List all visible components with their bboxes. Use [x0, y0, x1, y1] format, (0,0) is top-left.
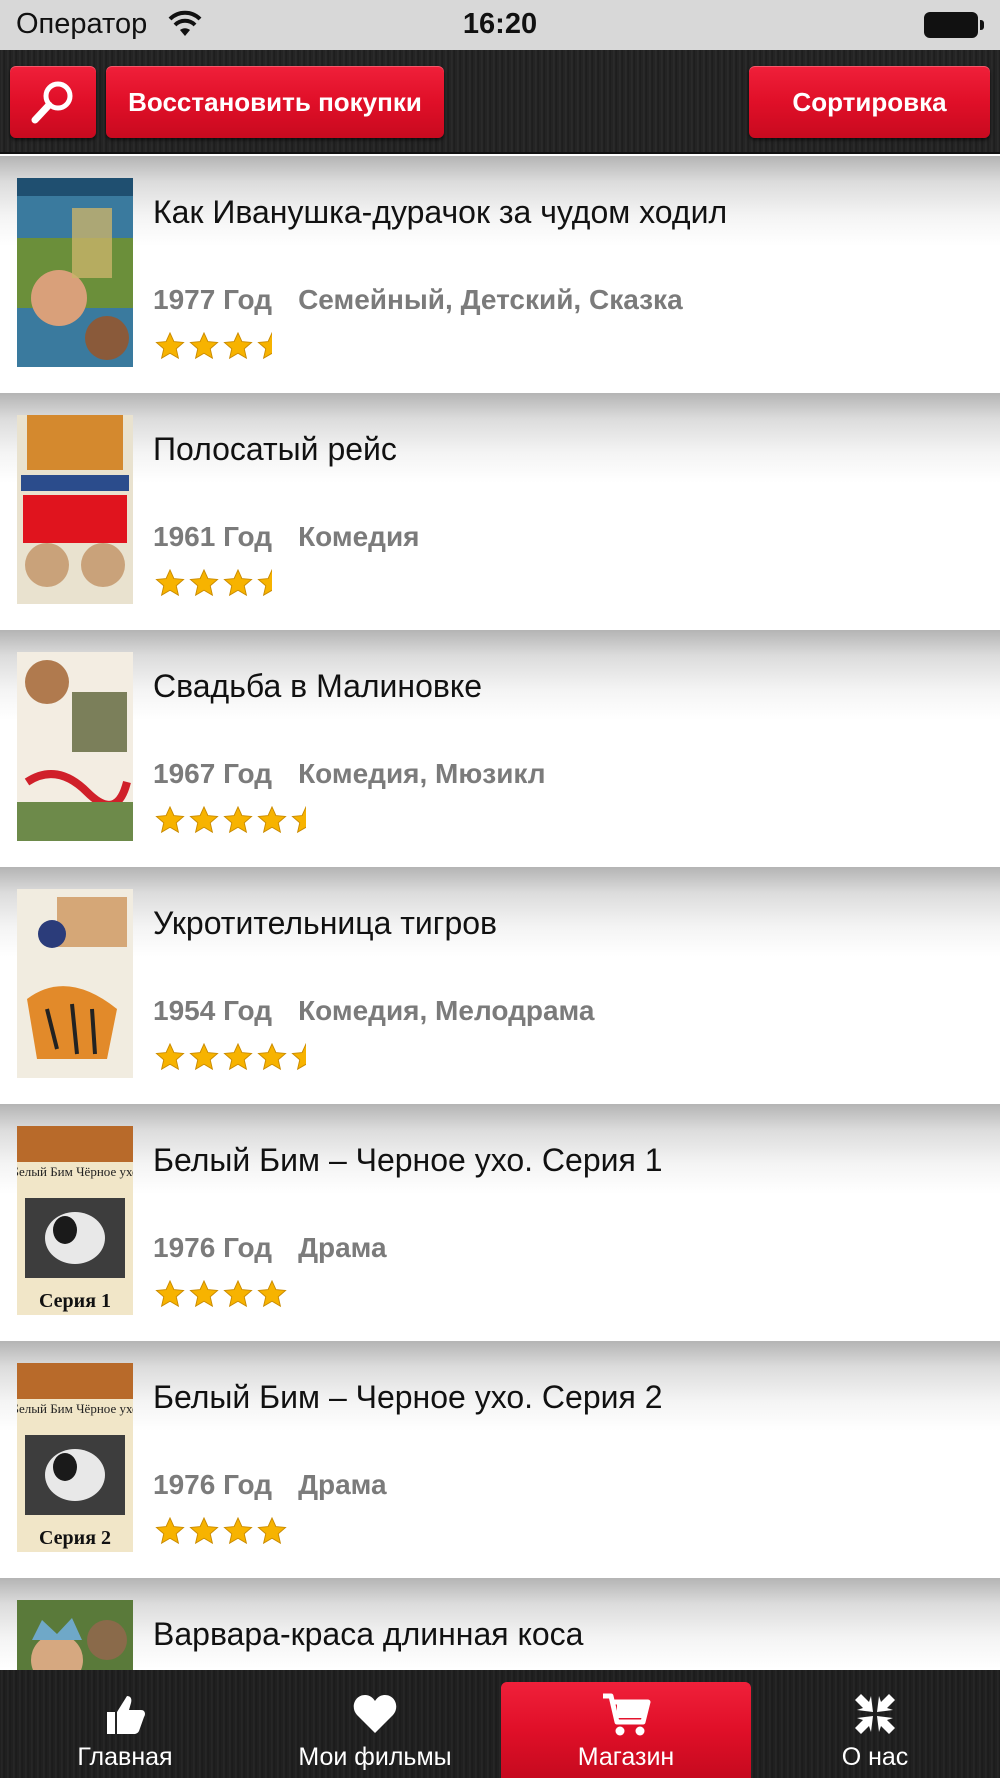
- movie-genres: Комедия, Мюзикл: [298, 758, 546, 789]
- star-rating: [153, 569, 289, 599]
- movie-genres: Семейный, Детский, Сказка: [298, 284, 683, 315]
- star-icon: [257, 806, 287, 834]
- star-rating: [153, 1280, 289, 1310]
- tab-store[interactable]: Магазин: [501, 1682, 751, 1778]
- poster-text: Белый Бим Чёрное ухо: [17, 1401, 133, 1416]
- poster-series-label: Серия 2: [39, 1527, 111, 1549]
- movie-genres: Комедия, Мелодрама: [298, 995, 595, 1026]
- movie-title: Укротительница тигров: [153, 905, 498, 941]
- star-icon: [155, 569, 185, 597]
- star-icon: [155, 1043, 185, 1071]
- half-star-icon: [257, 332, 272, 360]
- star-rating: [153, 332, 289, 362]
- movie-year: 1954 Год: [153, 995, 273, 1026]
- movie-title: Полосатый рейс: [153, 431, 397, 467]
- movie-year: 1977 Год: [153, 284, 273, 315]
- movie-title: Белый Бим – Черное ухо. Серия 1: [153, 1142, 663, 1178]
- tab-label: Мои фильмы: [298, 1743, 452, 1771]
- shrink-arrows-icon: [855, 1694, 895, 1734]
- status-bar: Оператор 16:20: [0, 0, 1000, 50]
- toolbar: Восстановить покупки Сортировка: [0, 50, 1000, 154]
- movie-meta: 1967 Год Комедия, Мюзикл: [153, 758, 546, 790]
- poster-text: Белый Бим Чёрное ухо: [17, 1164, 133, 1179]
- star-rating: [153, 806, 323, 836]
- movie-year: 1976 Год: [153, 1232, 273, 1263]
- search-button[interactable]: [10, 66, 96, 138]
- tab-label: О нас: [841, 1743, 909, 1771]
- star-icon: [155, 1517, 185, 1545]
- poster-series-label: Серия 1: [39, 1290, 111, 1312]
- star-icon: [223, 569, 253, 597]
- clock: 16:20: [462, 8, 538, 40]
- sort-button[interactable]: Сортировка: [749, 66, 990, 138]
- movie-genres: Комедия: [298, 521, 420, 552]
- star-icon: [155, 332, 185, 360]
- star-icon: [223, 1280, 253, 1308]
- thumbs-up-icon: [107, 1696, 145, 1734]
- tab-my-films[interactable]: Мои фильмы: [250, 1670, 500, 1778]
- movie-year: 1961 Год: [153, 521, 273, 552]
- movie-meta: 1976 Год Драма: [153, 1469, 387, 1501]
- list-item[interactable]: Укротительница тигров 1954 Год Комедия, М…: [0, 867, 1000, 1104]
- movie-year: 1976 Год: [153, 1469, 273, 1500]
- movie-poster: [17, 652, 133, 841]
- movie-genres: Драма: [298, 1469, 387, 1500]
- star-rating: [153, 1517, 289, 1547]
- movie-list[interactable]: Как Иванушка-дурачок за чудом ходил 1977…: [0, 156, 1000, 1670]
- star-rating: [153, 1043, 323, 1073]
- restore-purchases-button[interactable]: Восстановить покупки: [106, 66, 444, 138]
- heart-icon: [353, 1695, 397, 1733]
- movie-poster: Белый Бим Чёрное ухо Серия 2: [17, 1363, 133, 1552]
- list-item[interactable]: Как Иванушка-дурачок за чудом ходил 1977…: [0, 156, 1000, 393]
- star-icon: [189, 332, 219, 360]
- movie-title: Свадьба в Малиновке: [153, 668, 483, 704]
- star-icon: [155, 1280, 185, 1308]
- list-item[interactable]: Белый Бим Чёрное ухо Серия 2 Белый Бим –…: [0, 1341, 1000, 1578]
- movie-year: 1967 Год: [153, 758, 273, 789]
- star-icon: [189, 569, 219, 597]
- half-star-icon: [257, 569, 272, 597]
- list-item[interactable]: Полосатый рейс 1961 Год Комедия: [0, 393, 1000, 630]
- tab-home[interactable]: Главная: [0, 1670, 250, 1778]
- movie-poster: [17, 1600, 133, 1670]
- movie-title: Варвара-краса длинная коса: [153, 1616, 584, 1652]
- battery-icon: [924, 12, 984, 38]
- tab-label: Магазин: [577, 1743, 675, 1771]
- list-item[interactable]: Варвара-краса длинная коса: [0, 1578, 1000, 1670]
- movie-meta: 1961 Год Комедия: [153, 521, 420, 553]
- star-icon: [189, 1280, 219, 1308]
- list-item[interactable]: Свадьба в Малиновке 1967 Год Комедия, Мюз…: [0, 630, 1000, 867]
- half-star-icon: [291, 806, 306, 834]
- star-icon: [189, 806, 219, 834]
- star-icon: [257, 1043, 287, 1071]
- movie-poster: [17, 178, 133, 367]
- movie-meta: 1954 Год Комедия, Мелодрама: [153, 995, 594, 1027]
- star-icon: [223, 1517, 253, 1545]
- movie-poster: Белый Бим Чёрное ухо Серия 1: [17, 1126, 133, 1315]
- star-icon: [189, 1043, 219, 1071]
- tab-bar: Главная Мои фильмы Магазин О нас: [0, 1670, 1000, 1778]
- list-item[interactable]: Белый Бим Чёрное ухо Серия 1 Белый Бим –…: [0, 1104, 1000, 1341]
- search-icon: [31, 81, 73, 124]
- star-icon: [257, 1280, 287, 1308]
- half-star-icon: [291, 1043, 306, 1071]
- movie-poster: [17, 415, 133, 604]
- movie-title: Как Иванушка-дурачок за чудом ходил: [153, 194, 728, 230]
- movie-meta: 1976 Год Драма: [153, 1232, 387, 1264]
- tab-about[interactable]: О нас: [750, 1670, 1000, 1778]
- tab-label: Главная: [77, 1743, 173, 1771]
- cart-icon: [603, 1693, 651, 1736]
- star-icon: [223, 806, 253, 834]
- star-icon: [189, 1517, 219, 1545]
- star-icon: [223, 332, 253, 360]
- movie-genres: Драма: [298, 1232, 387, 1263]
- movie-poster: [17, 889, 133, 1078]
- star-icon: [223, 1043, 253, 1071]
- star-icon: [155, 806, 185, 834]
- movie-title: Белый Бим – Черное ухо. Серия 2: [153, 1379, 663, 1415]
- movie-meta: 1977 Год Семейный, Детский, Сказка: [153, 284, 683, 316]
- star-icon: [257, 1517, 287, 1545]
